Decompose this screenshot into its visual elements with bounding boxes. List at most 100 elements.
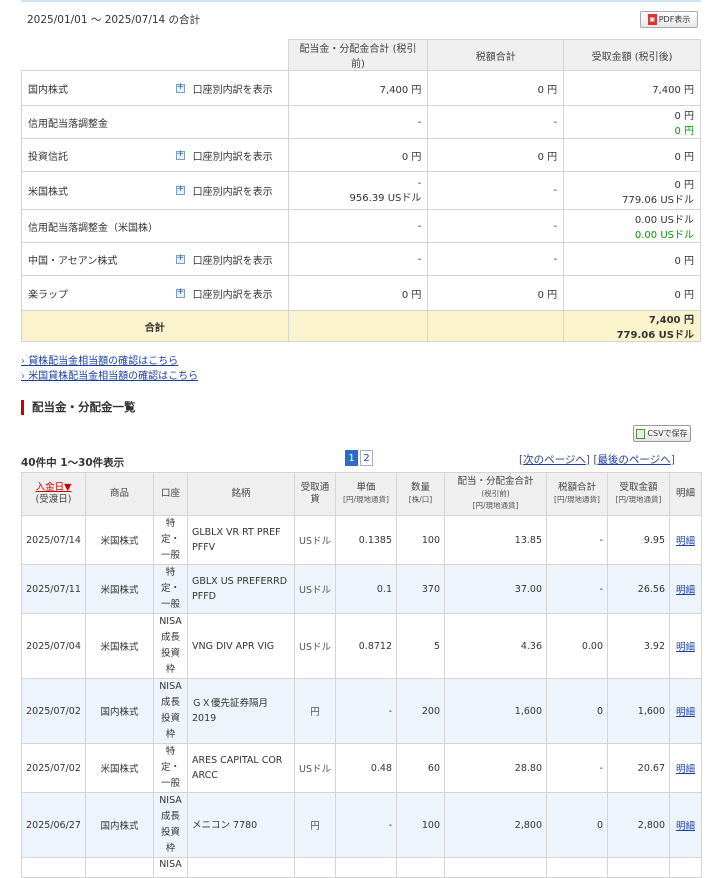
pdf-button-label: PDF表示 — [658, 15, 691, 24]
posttax-value: 0 円 — [674, 179, 694, 191]
next-page-link[interactable]: 次のページへ — [523, 454, 586, 466]
col-unit-price-label: 単価 — [356, 482, 376, 493]
cell-qty: 5 — [396, 613, 445, 679]
expand-breakdown[interactable]: 口座別内訳を表示 — [175, 81, 282, 96]
cell-tax: - — [546, 515, 608, 565]
expand-breakdown[interactable]: 口座別内訳を表示 — [175, 286, 282, 301]
expand-breakdown[interactable]: 口座別内訳を表示 — [175, 183, 282, 198]
cell-tax: 0 — [546, 678, 608, 744]
cell-total: 1,600 — [444, 678, 547, 744]
us-lending-link[interactable]: 米国貸株配当金相当額の確認はこちら — [21, 369, 198, 384]
cell-received: 26.56 — [607, 564, 670, 614]
result-count: 40件中 1〜30件表示 — [21, 457, 125, 469]
summary-row-tax: - — [427, 209, 565, 243]
cell-stock-name: ARES CAPITAL COR ARCC — [187, 743, 295, 793]
detail-link[interactable]: 明細 — [676, 536, 695, 547]
last-page-link[interactable]: 最後のページへ — [597, 454, 670, 466]
posttax-value: 7,400 円 — [652, 84, 694, 96]
cell-total: 13.85 — [444, 515, 547, 565]
expand-breakdown-label: 口座別内訳を表示 — [192, 187, 273, 198]
cell-total: 2,800 — [444, 792, 547, 858]
summary-row-tax: - — [427, 105, 565, 139]
col-date[interactable]: 入金日▼ (受渡日) — [21, 472, 86, 516]
summary-row-posttax: 0 円0 円 — [563, 105, 701, 139]
summary-header-tax: 税額合計 — [427, 39, 565, 71]
dividend-row: 2025/06/27 国内株式 NISA成長投資枠 メニコン 7780 円 -100 2,8… — [21, 792, 702, 858]
cell-date: 2025/07/14 — [21, 515, 86, 565]
cell-currency: USドル — [294, 743, 336, 793]
dividend-table-header: 入金日▼ (受渡日) 商品 口座 銘柄 受取通貨 単価 [円/現地通貨] 数量 [株/… — [21, 472, 702, 516]
summary-row-pretax: 0 円 — [287, 138, 429, 172]
cell-tax: 0 — [546, 792, 608, 858]
cell-product: 米国株式 — [85, 515, 154, 565]
cell-product: 米国株式 — [85, 564, 154, 614]
tax-value: 0 円 — [537, 151, 558, 163]
cell-account: 特定・一般 — [153, 564, 188, 614]
sort-date-link[interactable]: 入金日▼ — [36, 482, 72, 493]
detail-link[interactable]: 明細 — [676, 707, 695, 718]
summary-row-label: 国内株式 — [28, 84, 68, 96]
summary-row: 米国株式 口座別内訳を表示 - 956.39 USドル - 0 円 779.06 USドル — [21, 171, 701, 210]
summary-row-posttax: 0 円 — [563, 138, 701, 172]
summary-total-posttax-usd: 779.06 USドル — [616, 330, 694, 341]
pretax-value: 0 円 — [401, 151, 422, 163]
cell-stock-name: VNG DIV APR VIG — [187, 613, 295, 679]
col-name: 銘柄 — [187, 472, 295, 516]
dividend-row: 2025/07/02 国内株式 NISA成長投資枠 ＧＸ優先証券隔月 2019 円 -20… — [21, 678, 702, 744]
summary-row-pretax: 7,400 円 — [287, 70, 429, 106]
cell-tax: - — [546, 564, 608, 614]
summary-row-label: 楽ラップ — [28, 289, 68, 301]
detail-link[interactable]: 明細 — [676, 585, 695, 596]
cell-account: NISA成長投資枠 — [153, 792, 188, 858]
cell-unit-price: 0.1 — [335, 564, 397, 614]
summary-row-label: 米国株式 — [28, 187, 68, 198]
plus-icon — [175, 82, 185, 93]
pretax-value: 0 円 — [401, 289, 422, 301]
cell-unit-price: 0.1385 — [335, 515, 397, 565]
dividend-row: 2025/07/04 米国株式 NISA成長投資枠 VNG DIV APR VIG US… — [21, 613, 702, 679]
summary-row-pretax: 0 円 — [287, 275, 429, 311]
col-qty-sub: [株/口] — [408, 495, 433, 504]
expand-breakdown-label: 口座別内訳を表示 — [192, 255, 273, 267]
cell-stock-name: GBLX US PREFERRD PFFD — [187, 564, 295, 614]
posttax-value: 0 円 — [674, 151, 694, 163]
expand-breakdown-label: 口座別内訳を表示 — [192, 151, 273, 163]
cell-received: 3.92 — [607, 613, 670, 679]
cell-stock-name: ＧＸ優先証券隔月 2019 — [187, 678, 295, 744]
detail-link[interactable]: 明細 — [676, 764, 695, 775]
cell-currency: USドル — [294, 515, 336, 565]
csv-save-button[interactable]: CSVで保存 — [633, 425, 691, 442]
detail-link[interactable]: 明細 — [676, 821, 695, 832]
expand-breakdown[interactable]: 口座別内訳を表示 — [175, 148, 282, 163]
summary-total-label: 合計 — [21, 310, 289, 342]
summary-total-posttax: 7,400 円 779.06 USドル — [563, 310, 701, 342]
pretax-value: - — [417, 220, 422, 232]
period-label: 2025/01/01 〜 2025/07/14 の合計 — [27, 14, 201, 26]
csv-button-label: CSVで保存 — [647, 429, 688, 438]
summary-total-posttax-yen: 7,400 円 — [648, 315, 694, 326]
posttax-value: 0 円 — [674, 255, 694, 267]
summary-row: 国内株式 口座別内訳を表示 7,400 円 0 円 7,400 円 — [21, 70, 701, 106]
pdf-button[interactable]: ▣ PDF表示 — [640, 11, 698, 28]
section-title: 配当金・分配金一覧 — [21, 400, 136, 415]
domestic-lending-link[interactable]: 貸株配当金相当額の確認はこちら — [21, 354, 198, 369]
detail-link[interactable]: 明細 — [676, 642, 695, 653]
lending-links: 貸株配当金相当額の確認はこちら 米国貸株配当金相当額の確認はこちら — [21, 354, 198, 384]
summary-row-name: 楽ラップ 口座別内訳を表示 — [21, 275, 289, 311]
summary-row-label: 信用配当落調整金（米国株） — [28, 222, 158, 234]
col-received-label: 受取金額 — [619, 482, 658, 493]
posttax-value-2: 0 円 — [674, 126, 694, 137]
summary-row-posttax: 0 円 — [563, 242, 701, 276]
page-2[interactable]: 2 — [360, 450, 373, 466]
cell-total: 37.00 — [444, 564, 547, 614]
col-total-sub: (税引前) — [481, 489, 510, 498]
tax-value: 0 円 — [537, 84, 558, 96]
summary-header-pretax: 配当金・分配金合計 (税引前) — [287, 39, 429, 71]
col-qty: 数量 [株/口] — [396, 472, 445, 516]
pretax-value: - — [417, 253, 422, 265]
posttax-value-2: 0.00 USドル — [634, 230, 694, 241]
summary-row-tax: 0 円 — [427, 70, 565, 106]
cell-date: 2025/07/02 — [21, 743, 86, 793]
expand-breakdown[interactable]: 口座別内訳を表示 — [175, 252, 282, 267]
page-1[interactable]: 1 — [345, 450, 358, 466]
